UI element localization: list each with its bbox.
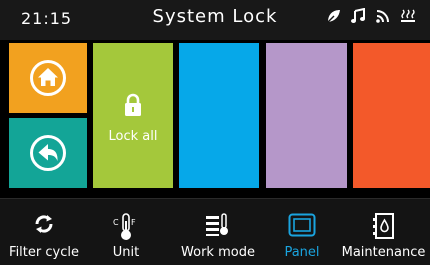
nav-maintenance[interactable]: Maintenance xyxy=(337,199,430,265)
lock-icon xyxy=(125,93,141,116)
nav-label: Panel xyxy=(284,245,320,260)
top-bar: 21:15 System Lock xyxy=(0,0,430,40)
lock-all-label: Lock all xyxy=(108,129,158,144)
svg-text:C: C xyxy=(113,218,119,227)
svg-text:F: F xyxy=(131,218,136,227)
back-button[interactable] xyxy=(9,118,87,188)
panel-icon xyxy=(288,213,316,241)
purple-tile[interactable] xyxy=(266,43,347,188)
nav-label: Maintenance xyxy=(341,245,426,260)
work-mode-icon xyxy=(205,213,231,241)
refresh-icon xyxy=(33,213,55,239)
nav-label: Filter cycle xyxy=(9,245,79,260)
nav-unit[interactable]: C F Unit xyxy=(96,199,156,265)
nav-label: Unit xyxy=(112,245,140,260)
thermometer-icon: C F xyxy=(113,213,139,245)
blue-tile[interactable] xyxy=(179,43,259,188)
nav-panel[interactable]: Panel xyxy=(276,199,328,265)
nav-label: Work mode xyxy=(181,245,255,260)
wifi-icon xyxy=(375,8,391,24)
home-icon xyxy=(30,60,66,96)
back-icon xyxy=(30,135,66,171)
heater-icon xyxy=(400,8,416,24)
lock-all-tile[interactable]: Lock all xyxy=(93,43,173,188)
nav-filter-cycle[interactable]: Filter cycle xyxy=(0,199,88,265)
maintenance-icon xyxy=(372,213,396,243)
bottom-nav: Filter cycle C F Unit Work mode Panel Ma… xyxy=(0,198,430,265)
nav-work-mode[interactable]: Work mode xyxy=(176,199,260,265)
home-button[interactable] xyxy=(9,43,87,113)
status-icons xyxy=(325,7,416,24)
leaf-icon xyxy=(325,8,341,24)
music-icon xyxy=(350,7,366,24)
orange-tile[interactable] xyxy=(353,43,430,188)
